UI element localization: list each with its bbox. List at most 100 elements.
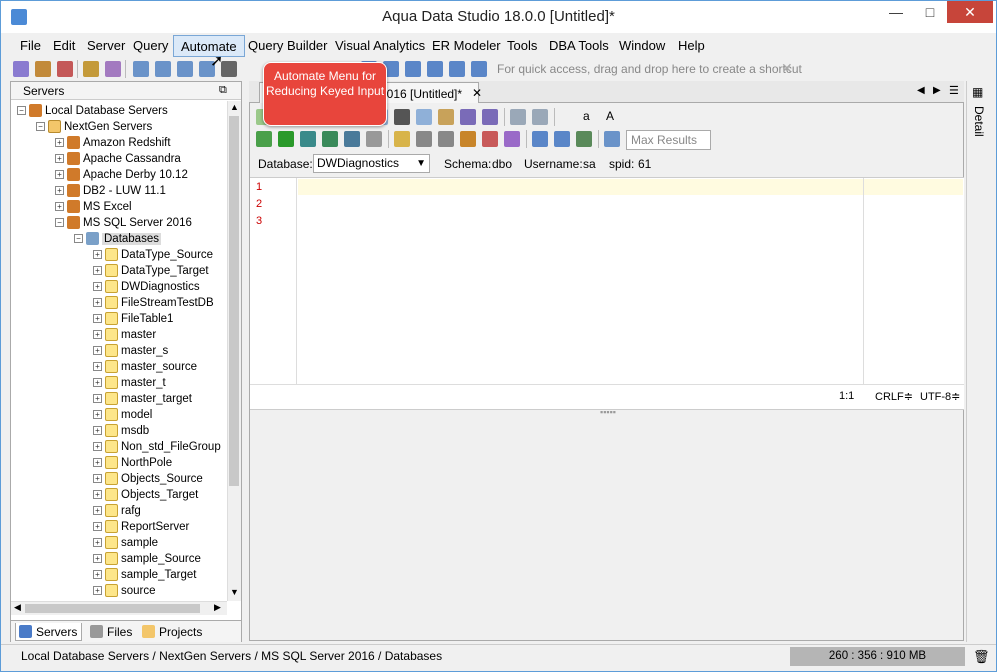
- line-ending-select[interactable]: CRLF≑: [875, 390, 913, 403]
- format-icon[interactable]: [460, 131, 476, 147]
- restore-icon[interactable]: ⧉: [219, 84, 227, 97]
- menu-server[interactable]: Server: [80, 35, 132, 57]
- tab-list-icon[interactable]: ☰: [949, 84, 959, 97]
- font-smaller-button[interactable]: a: [583, 109, 590, 123]
- parameters-icon[interactable]: [604, 131, 620, 147]
- expand-toggle-icon[interactable]: +: [93, 314, 102, 324]
- tab-close-icon[interactable]: ✕: [472, 86, 482, 100]
- redo-icon[interactable]: [482, 109, 498, 125]
- close-button[interactable]: ✕: [947, 1, 993, 23]
- tree-vertical-thumb[interactable]: [229, 116, 239, 486]
- query-analyzer-icon[interactable]: [155, 61, 171, 77]
- tree-node[interactable]: − Databases: [74, 231, 161, 247]
- grid-results-icon[interactable]: [532, 131, 548, 147]
- tree-node[interactable]: + FileStreamTestDB: [93, 295, 214, 311]
- database-select[interactable]: DWDiagnostics ▼: [313, 154, 430, 173]
- max-results-input[interactable]: Max Results: [626, 130, 711, 150]
- grid-view-icon[interactable]: [405, 61, 421, 77]
- execute-all-icon[interactable]: [256, 131, 272, 147]
- execute-icon[interactable]: [278, 131, 294, 147]
- expand-toggle-icon[interactable]: +: [55, 186, 64, 196]
- tree-node[interactable]: + Non_std_FileGroup: [93, 439, 221, 455]
- tree-node[interactable]: + Apache Cassandra: [55, 151, 181, 167]
- expand-toggle-icon[interactable]: −: [36, 122, 45, 132]
- tree-node[interactable]: + rafg: [93, 503, 141, 519]
- expand-toggle-icon[interactable]: +: [93, 522, 102, 532]
- chart-view-icon[interactable]: [449, 61, 465, 77]
- menu-visual-analytics[interactable]: Visual Analytics: [328, 35, 432, 57]
- menu-file[interactable]: File: [13, 35, 48, 57]
- tree-node[interactable]: + master_source: [93, 359, 197, 375]
- trash-icon[interactable]: 🗑: [973, 649, 990, 665]
- tree-node[interactable]: + master_target: [93, 391, 192, 407]
- expand-toggle-icon[interactable]: +: [93, 426, 102, 436]
- expand-toggle-icon[interactable]: +: [93, 346, 102, 356]
- expand-toggle-icon[interactable]: +: [93, 410, 102, 420]
- tree-node[interactable]: + master_s: [93, 343, 168, 359]
- expand-toggle-icon[interactable]: +: [93, 394, 102, 404]
- tree-node[interactable]: + source: [93, 583, 156, 599]
- expand-toggle-icon[interactable]: +: [93, 570, 102, 580]
- scroll-left-icon[interactable]: ◀: [14, 602, 21, 613]
- tree-node[interactable]: + sample_Target: [93, 567, 196, 583]
- stop-icon[interactable]: [366, 131, 382, 147]
- menu-dba-tools[interactable]: DBA Tools: [542, 35, 616, 57]
- explain-plan-icon[interactable]: [344, 131, 360, 147]
- tree-node[interactable]: + ReportServer: [93, 519, 189, 535]
- list-view-icon[interactable]: [427, 61, 443, 77]
- tree-node[interactable]: + DataType_Target: [93, 263, 209, 279]
- tree-node[interactable]: + model: [93, 407, 152, 423]
- tree-node[interactable]: + Amazon Redshift: [55, 135, 171, 151]
- tab-next-icon[interactable]: ▶: [933, 85, 941, 96]
- expand-toggle-icon[interactable]: +: [93, 458, 102, 468]
- expand-toggle-icon[interactable]: +: [93, 298, 102, 308]
- scroll-up-icon[interactable]: ▲: [230, 102, 239, 112]
- tree-node[interactable]: + DWDiagnostics: [93, 279, 200, 295]
- new-connection-icon[interactable]: [13, 61, 29, 77]
- query-window-icon[interactable]: [133, 61, 149, 77]
- memory-usage[interactable]: 260 : 356 : 910 MB: [790, 647, 965, 666]
- tree-node[interactable]: + Objects_Source: [93, 471, 203, 487]
- tree-node[interactable]: + Objects_Target: [93, 487, 198, 503]
- rollback-icon[interactable]: [438, 131, 454, 147]
- connect-icon[interactable]: [83, 61, 99, 77]
- detail-tab[interactable]: Detail: [972, 106, 986, 137]
- font-larger-button[interactable]: A: [606, 109, 614, 123]
- expand-toggle-icon[interactable]: +: [93, 538, 102, 548]
- expand-toggle-icon[interactable]: −: [55, 218, 64, 228]
- tree-node[interactable]: + MS Excel: [55, 199, 132, 215]
- expand-toggle-icon[interactable]: +: [93, 442, 102, 452]
- expand-toggle-icon[interactable]: +: [55, 170, 64, 180]
- menu-window[interactable]: Window: [612, 35, 672, 57]
- expand-toggle-icon[interactable]: +: [93, 282, 102, 292]
- execute-current-icon[interactable]: [322, 131, 338, 147]
- paste-icon[interactable]: [438, 109, 454, 125]
- maximize-button[interactable]: □: [913, 1, 947, 23]
- shortcut-close-icon[interactable]: ✕: [781, 60, 793, 77]
- bookmark-icon[interactable]: [504, 131, 520, 147]
- auto-commit-icon[interactable]: [394, 131, 410, 147]
- expand-toggle-icon[interactable]: +: [93, 474, 102, 484]
- results-splitter[interactable]: ▪▪▪▪▪: [600, 407, 616, 417]
- execute-selection-icon[interactable]: [300, 131, 316, 147]
- tab-servers[interactable]: Servers: [15, 623, 83, 641]
- tab-files[interactable]: Files: [87, 623, 136, 641]
- tree-node[interactable]: + master: [93, 327, 156, 343]
- encoding-select[interactable]: UTF-8≑: [920, 390, 960, 403]
- expand-toggle-icon[interactable]: +: [55, 202, 64, 212]
- expand-toggle-icon[interactable]: +: [93, 586, 102, 596]
- text-results-icon[interactable]: [554, 131, 570, 147]
- menu-automate[interactable]: Automate: [173, 35, 245, 57]
- scroll-right-icon[interactable]: ▶: [214, 602, 221, 613]
- server-properties-icon[interactable]: [57, 61, 73, 77]
- menu-er-modeler[interactable]: ER Modeler: [425, 35, 508, 57]
- expand-toggle-icon[interactable]: +: [93, 490, 102, 500]
- tree-node[interactable]: + FileTable1: [93, 311, 173, 327]
- tree-node[interactable]: − Local Database Servers: [17, 103, 168, 119]
- expand-toggle-icon[interactable]: +: [93, 266, 102, 276]
- menu-query[interactable]: Query: [126, 35, 175, 57]
- menu-edit[interactable]: Edit: [46, 35, 82, 57]
- tree-node[interactable]: + msdb: [93, 423, 149, 439]
- tab-prev-icon[interactable]: ◀: [917, 85, 925, 96]
- expand-toggle-icon[interactable]: +: [55, 138, 64, 148]
